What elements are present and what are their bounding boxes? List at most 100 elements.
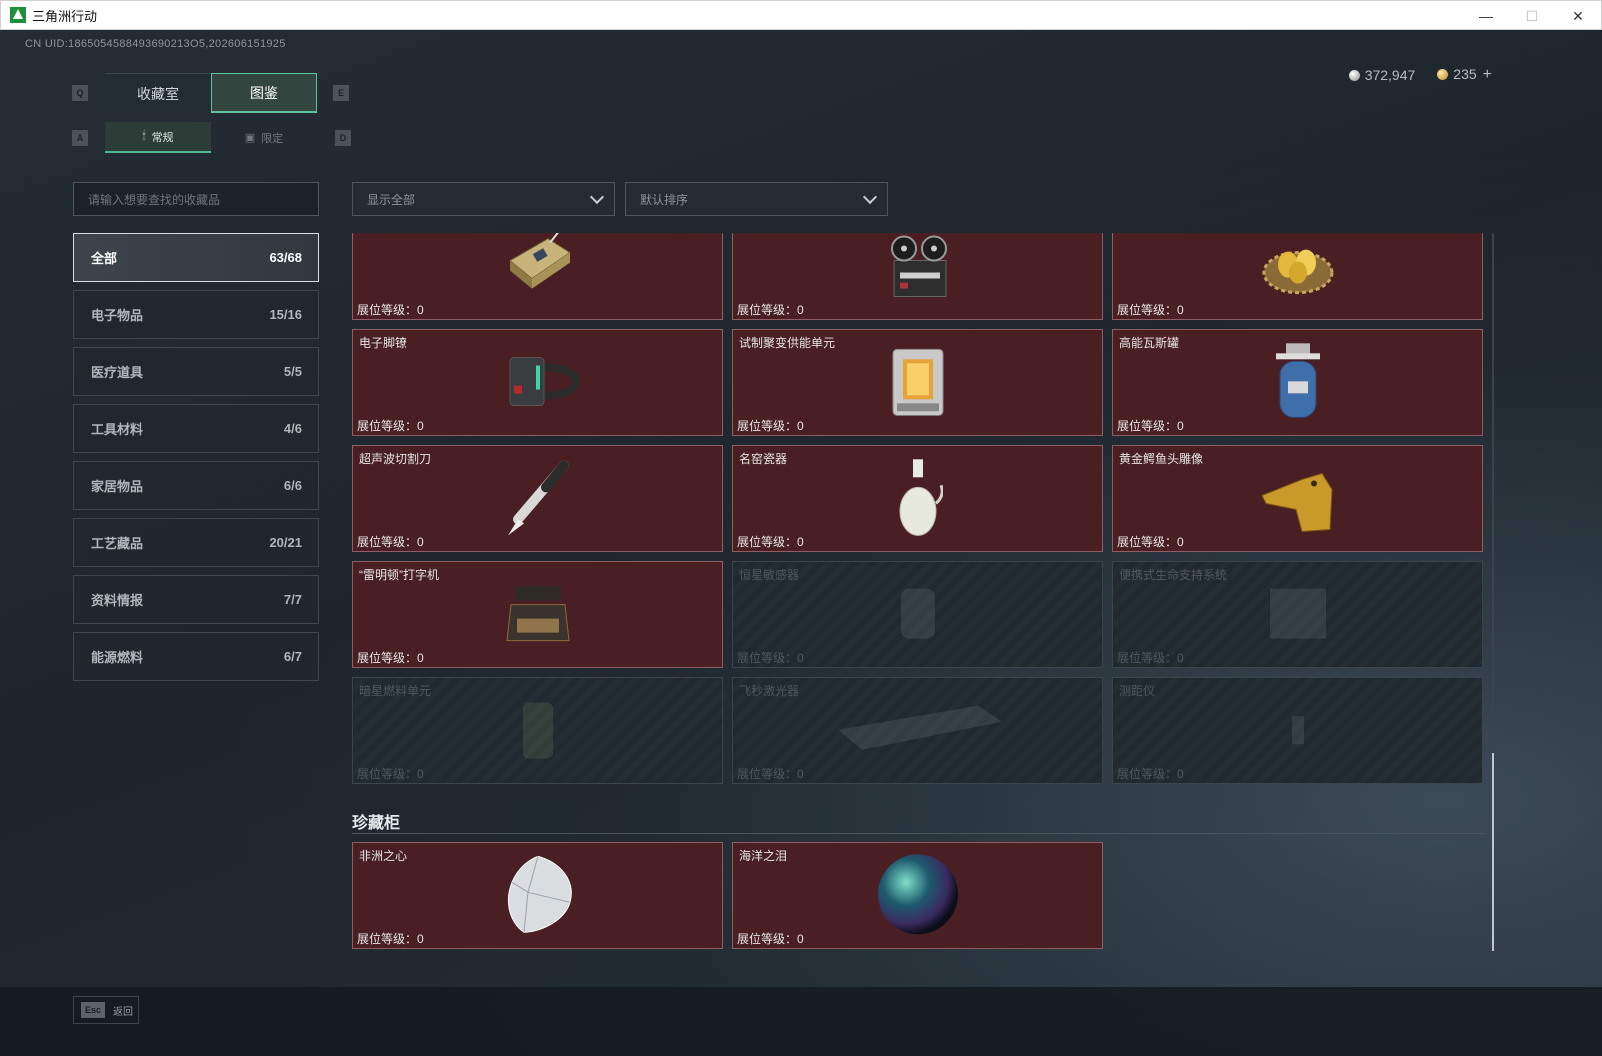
item-level: 展位等级：0 — [737, 767, 804, 781]
search-input[interactable]: 请输入想要查找的收藏品 — [73, 182, 319, 216]
item-level: 展位等级：0 — [357, 932, 424, 946]
item-card-star-sensor[interactable]: 恒星敏感器 展位等级：0 — [732, 561, 1103, 668]
item-name: 电子脚镣 — [359, 336, 408, 350]
category-label: 能源燃料 — [91, 650, 144, 665]
category-medical[interactable]: 医疗道具 5/5 — [73, 347, 319, 396]
treasure-section-title: 珍藏柜 — [352, 815, 401, 832]
silver-amount: 372,947 — [1364, 67, 1416, 83]
item-name: 试制聚变供能单元 — [739, 336, 836, 350]
item-name: 名窑瓷器 — [739, 452, 788, 466]
item-name: 海洋之泪 — [739, 849, 788, 863]
uid-text: CN UID:1865054588493690213O5,20260615192… — [25, 38, 286, 50]
fuel-cell-icon — [522, 702, 553, 759]
category-label: 家居物品 — [91, 479, 144, 494]
category-count: 4/6 — [283, 421, 302, 436]
category-electronics[interactable]: 电子物品 15/16 — [73, 290, 319, 339]
filter-dropdown[interactable]: 显示全部 — [352, 182, 615, 216]
category-label: 电子物品 — [91, 308, 144, 323]
category-count: 15/16 — [269, 307, 302, 322]
category-crafts[interactable]: 工艺藏品 20/21 — [73, 518, 319, 567]
tab-codex[interactable]: 图鉴 — [211, 73, 317, 113]
back-button[interactable]: Esc 返回 — [73, 996, 139, 1024]
category-tools[interactable]: 工具材料 4/6 — [73, 404, 319, 453]
main-tabs: 收藏室 图鉴 — [105, 73, 317, 113]
item-card-laser[interactable]: 飞秒激光器 展位等级：0 — [732, 677, 1103, 784]
item-card-router[interactable]: 展位等级：0 — [352, 233, 723, 320]
sub-tabs: 🕯 常规 ▣ 限定 — [105, 122, 317, 153]
category-energy[interactable]: 能源燃料 6/7 — [73, 632, 319, 681]
item-card-rangefinder[interactable]: 测距仪 展位等级：0 — [1112, 677, 1483, 784]
item-card-gas-canister[interactable]: 高能瓦斯罐 展位等级：0 — [1112, 329, 1483, 436]
category-count: 6/7 — [283, 649, 302, 664]
category-label: 医疗道具 — [91, 365, 144, 380]
gold-amount: 235 — [1453, 66, 1477, 82]
golden-eggs-nest-icon — [1262, 249, 1333, 294]
sort-dropdown[interactable]: 默认排序 — [625, 182, 888, 216]
item-name: 黄金鳄鱼头雕像 — [1119, 452, 1204, 466]
section-divider — [352, 833, 1485, 834]
item-name: “雷明顿”打字机 — [359, 568, 439, 582]
item-level: 展位等级：0 — [357, 535, 424, 549]
minimize-button[interactable]: — — [1463, 1, 1509, 31]
filter-value: 显示全部 — [367, 192, 416, 207]
item-level: 展位等级：0 — [737, 932, 804, 946]
item-card-heart-of-africa[interactable]: 非洲之心 展位等级：0 — [352, 842, 723, 949]
pearl-icon — [877, 853, 958, 934]
esc-key-icon: Esc — [81, 1002, 106, 1018]
chevron-down-icon — [589, 189, 605, 205]
item-name: 测距仪 — [1119, 684, 1156, 698]
item-card-fusion-cell[interactable]: 试制聚变供能单元 展位等级：0 — [732, 329, 1103, 436]
item-card-ultrasonic-knife[interactable]: 超声波切割刀 展位等级：0 — [352, 445, 723, 552]
item-card-life-support[interactable]: 便携式生命支持系统 展位等级：0 — [1112, 561, 1483, 668]
subtab-regular-label: 常规 — [151, 131, 174, 144]
item-name: 恒星敏感器 — [739, 568, 800, 582]
key-hint-q: Q — [72, 85, 88, 101]
router-icon — [508, 233, 571, 289]
scrollbar-thumb[interactable] — [1492, 753, 1494, 951]
currency-bar: 372,947 235 + — [1348, 66, 1492, 84]
category-count: 7/7 — [283, 592, 302, 607]
subtab-limited-label: 限定 — [261, 132, 284, 145]
key-hint-d: D — [335, 130, 351, 146]
category-label: 工艺藏品 — [91, 536, 144, 551]
subtab-limited[interactable]: ▣ 限定 — [211, 122, 317, 153]
item-level: 展位等级：0 — [1117, 767, 1184, 781]
category-count: 20/21 — [269, 535, 302, 550]
key-hint-e: E — [333, 85, 349, 101]
limited-icon: ▣ — [244, 132, 256, 144]
silver-currency: 372,947 — [1348, 67, 1416, 83]
category-label: 资料情报 — [91, 593, 144, 608]
category-intel[interactable]: 资料情报 7/7 — [73, 575, 319, 624]
item-level: 展位等级：0 — [737, 651, 804, 665]
laser-icon — [837, 705, 1002, 750]
item-card-ankle-monitor[interactable]: 电子脚镣 展位等级：0 — [352, 329, 723, 436]
item-level: 展位等级：0 — [357, 651, 424, 665]
item-level: 展位等级：0 — [357, 767, 424, 781]
grid-scrollbar[interactable] — [1492, 233, 1494, 951]
item-card-fuel-cell[interactable]: 暗星燃料单元 展位等级：0 — [352, 677, 723, 784]
footer-bar — [0, 987, 1602, 1056]
add-currency-button[interactable]: + — [1483, 66, 1492, 83]
item-card-typewriter[interactable]: “雷明顿”打字机 展位等级：0 — [352, 561, 723, 668]
tab-collection-room[interactable]: 收藏室 — [105, 73, 211, 113]
category-count: 5/5 — [283, 364, 302, 379]
porcelain-vase-icon — [899, 458, 943, 536]
item-card-golden-eggs[interactable]: 展位等级：0 — [1112, 233, 1483, 320]
item-card-porcelain[interactable]: 名窑瓷器 展位等级：0 — [732, 445, 1103, 552]
category-count: 6/6 — [283, 478, 302, 493]
category-all[interactable]: 全部 63/68 — [73, 233, 319, 282]
close-button[interactable]: ✕ — [1555, 1, 1601, 31]
subtab-regular[interactable]: 🕯 常规 — [105, 122, 211, 153]
item-card-gold-crocodile[interactable]: 黄金鳄鱼头雕像 展位等级：0 — [1112, 445, 1483, 552]
game-area: CN UID:1865054588493690213O5,20260615192… — [0, 30, 1602, 1056]
tape-recorder-icon — [890, 235, 947, 297]
item-level: 展位等级：0 — [1117, 651, 1184, 665]
app-logo-icon — [10, 7, 26, 23]
item-card-tear-of-ocean[interactable]: 海洋之泪 展位等级：0 — [732, 842, 1103, 949]
gas-canister-icon — [1275, 342, 1320, 418]
category-label: 全部 — [91, 251, 118, 266]
item-card-tape-recorder[interactable]: 展位等级：0 — [732, 233, 1103, 320]
maximize-button[interactable]: ☐ — [1509, 1, 1555, 31]
star-sensor-icon — [900, 588, 935, 639]
category-household[interactable]: 家居物品 6/6 — [73, 461, 319, 510]
